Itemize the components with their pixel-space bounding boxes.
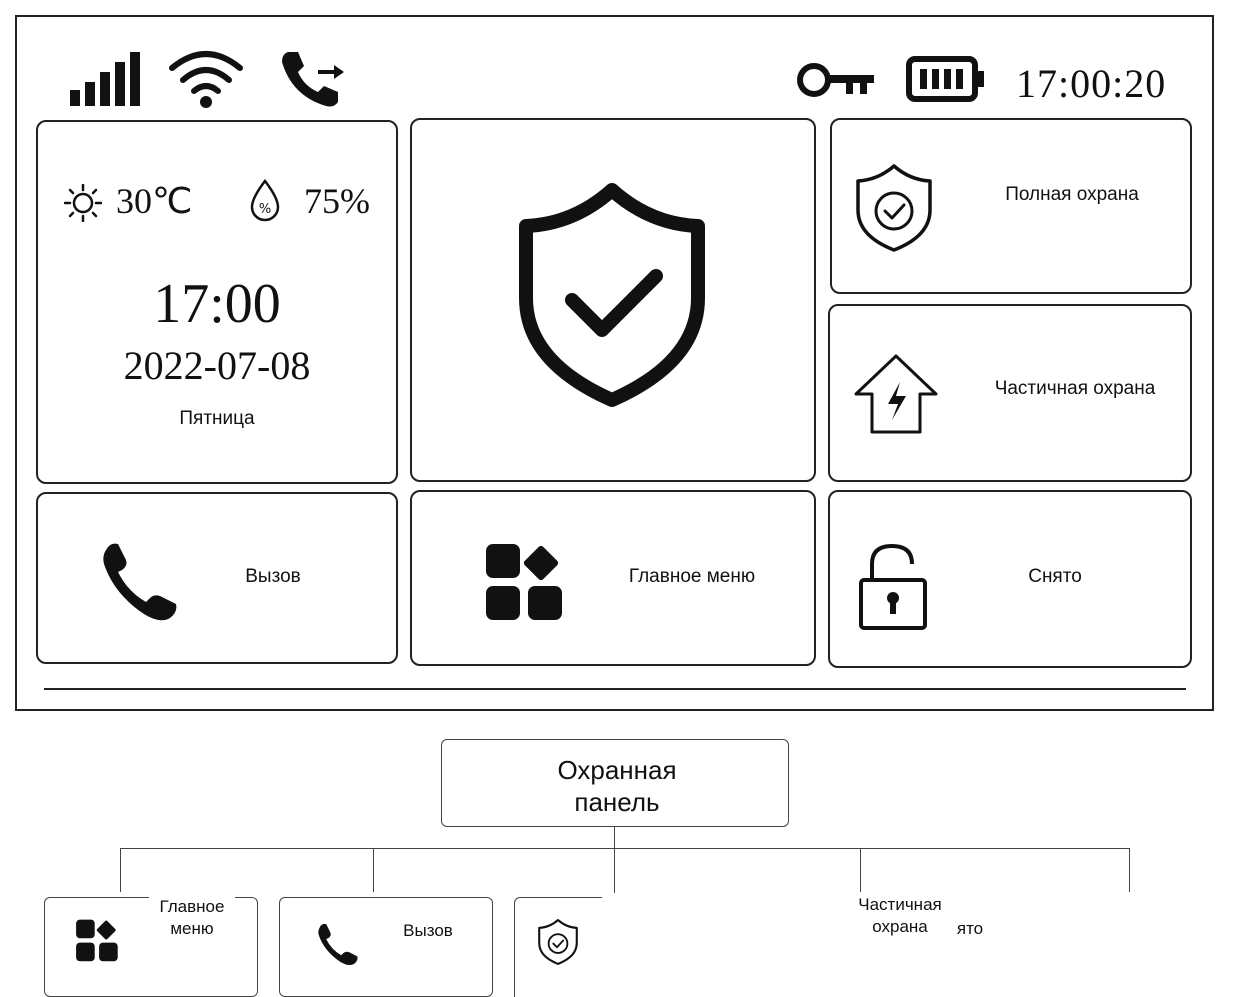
panel-divider <box>44 688 1186 690</box>
tree-child-main-menu: Главное меню <box>44 896 258 997</box>
clock-time: 17:00 <box>153 273 281 335</box>
tree-connector-1 <box>120 848 121 892</box>
tree-connector-5 <box>1129 848 1130 892</box>
center-guard-tile[interactable] <box>410 118 816 482</box>
tree-child-call-label: Вызов <box>403 921 453 940</box>
tree-root-label: Охранная панель <box>557 755 677 817</box>
svg-text:%: % <box>259 202 271 217</box>
tree-child-call: Вызов <box>279 897 493 997</box>
disarmed-tile[interactable]: Снято <box>828 490 1192 668</box>
temperature-value: 30℃ <box>116 181 193 221</box>
tree-root-node: Охранная панель <box>441 739 789 827</box>
partial-guard-label: Частичная охрана <box>994 378 1156 399</box>
partial-guard-tile[interactable]: Частичная охрана <box>828 304 1192 482</box>
battery-icon <box>906 56 988 102</box>
tree-child-disarmed-label: ято <box>956 919 984 938</box>
disarmed-label: Снято <box>1028 566 1082 587</box>
humidity-value: 75% <box>304 181 370 221</box>
full-guard-label: Полная охрана <box>1005 184 1139 205</box>
phone-icon <box>316 922 360 966</box>
main-menu-label: Главное меню <box>628 566 756 587</box>
key-icon <box>796 60 878 100</box>
main-menu-tile[interactable]: Главное меню <box>410 490 816 666</box>
wifi-icon <box>168 46 244 110</box>
humidity-drop-icon: % <box>248 178 282 222</box>
house-lightning-icon <box>852 352 940 436</box>
shield-check-icon <box>854 162 934 254</box>
shield-check-icon <box>537 918 579 966</box>
tree-connector-bus <box>120 848 1130 849</box>
apps-grid-icon <box>75 918 121 964</box>
tree-connector-2 <box>373 848 374 892</box>
clock-date: 2022-07-08 <box>123 343 311 388</box>
tree-connector-4 <box>860 848 861 892</box>
call-forward-icon <box>278 48 350 110</box>
phone-icon <box>100 540 180 622</box>
tree-child-main-menu-label: Главное меню <box>149 896 235 940</box>
sun-icon <box>64 184 102 222</box>
status-time: 17:00:20 <box>1016 61 1167 106</box>
signal-bars-icon <box>68 50 144 108</box>
clock-weather-tile: 30℃ % 75% 17:00 2022-07-08 Пятница <box>36 120 398 484</box>
clock-weekday: Пятница <box>179 408 255 429</box>
shield-check-icon <box>514 182 710 408</box>
call-tile[interactable]: Вызов <box>36 492 398 664</box>
tree-connector-root <box>614 827 615 893</box>
apps-grid-icon <box>484 542 568 624</box>
call-label: Вызов <box>245 566 301 587</box>
padlock-open-icon <box>858 542 930 632</box>
tree-child-partial-label: Частичная охрана <box>858 895 942 936</box>
full-guard-tile[interactable]: Полная охрана <box>830 118 1192 294</box>
